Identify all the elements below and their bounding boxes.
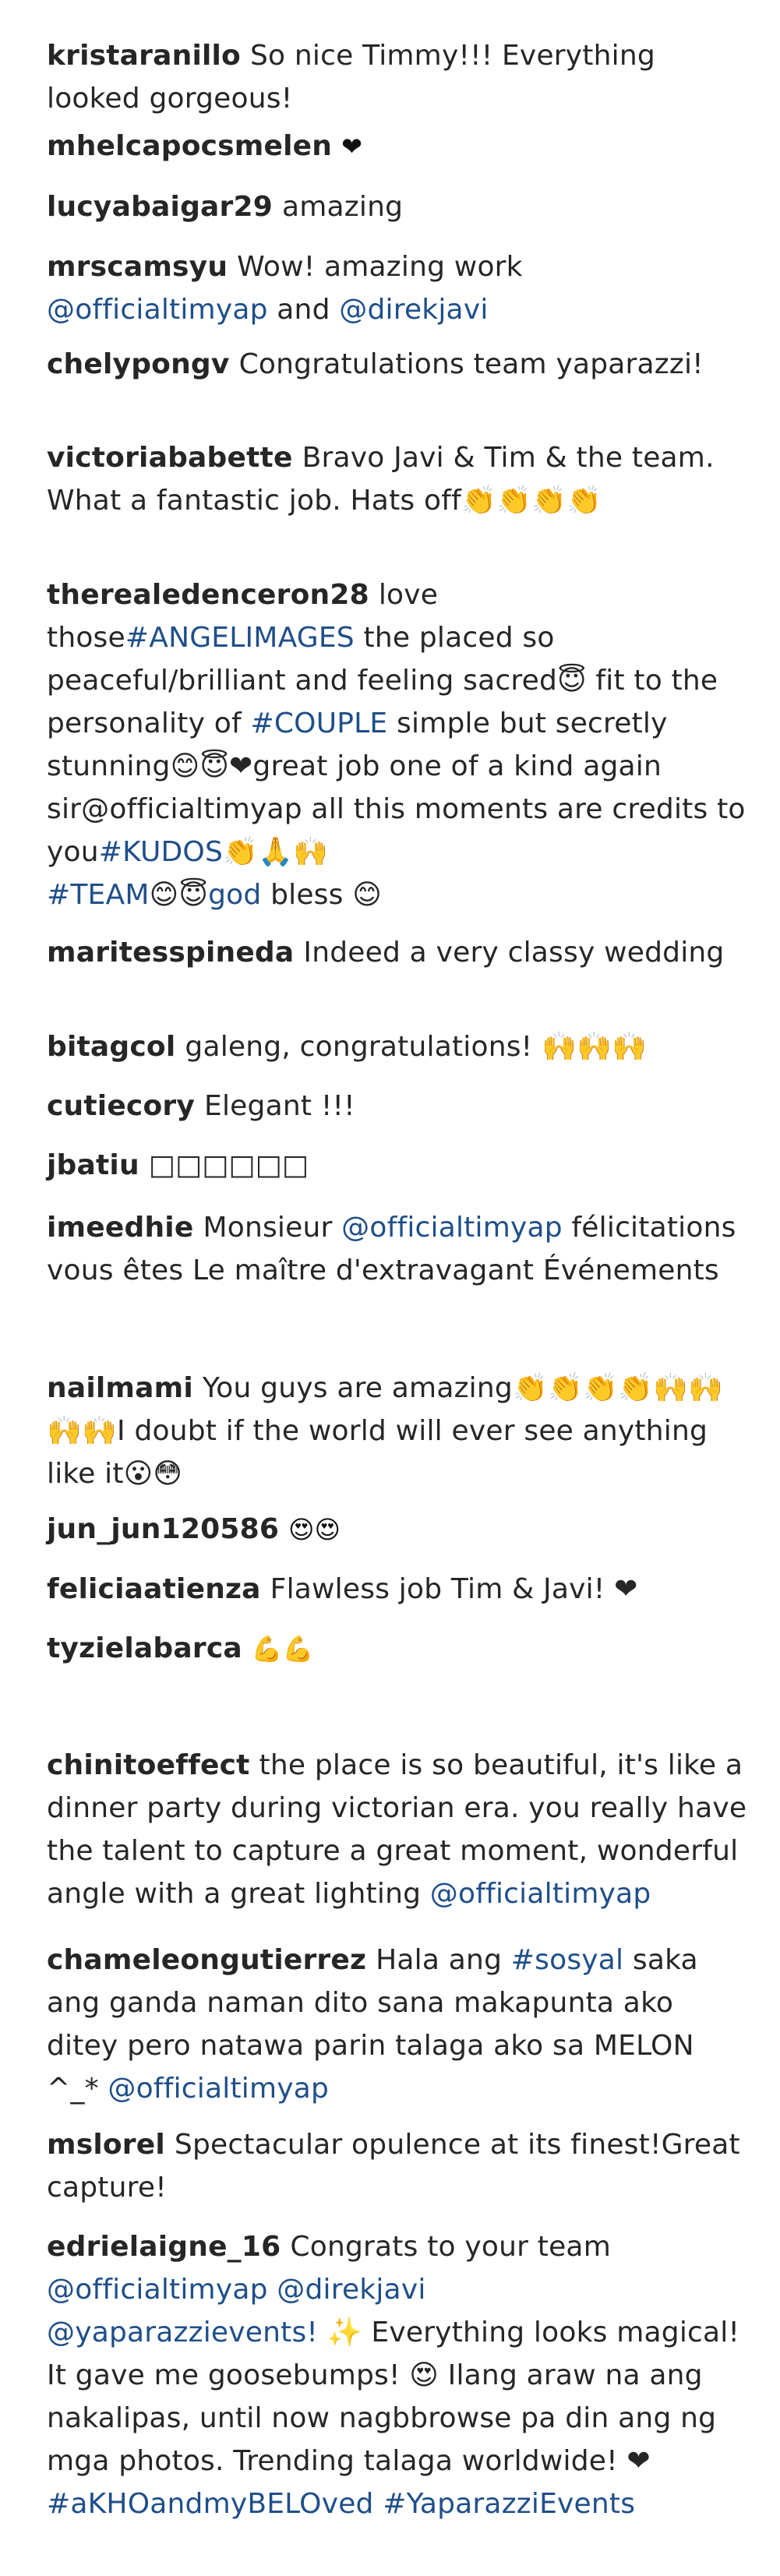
comment-text: 😍😍: [288, 1515, 341, 1544]
comments-feed: kristaranillo So nice Timmy!!! Everything…: [0, 0, 780, 2576]
mention-link[interactable]: @direkjavi: [339, 294, 488, 326]
comment: mslorel Spectacular opulence at its fines…: [47, 2123, 748, 2209]
comment-username[interactable]: victoriababette: [47, 442, 293, 474]
comment-username[interactable]: imeedhie: [47, 1212, 193, 1244]
comment: kristaranillo So nice Timmy!!! Everything…: [47, 34, 748, 120]
comment-text: □□□□□□: [148, 1149, 309, 1181]
comment: jbatiu □□□□□□: [47, 1144, 748, 1187]
comment-text: Congrats to your team: [290, 2231, 611, 2263]
comment: imeedhie Monsieur @officialtimyap félicit…: [47, 1206, 748, 1292]
comment-username[interactable]: jbatiu: [47, 1149, 139, 1181]
comment: bitagcol galeng, congratulations! 🙌🙌🙌: [47, 1025, 748, 1068]
comment-username[interactable]: nailmami: [47, 1372, 193, 1404]
comment-username[interactable]: chinitoeffect: [47, 1749, 250, 1781]
comment-text: bless 😊: [270, 879, 382, 911]
comment-username[interactable]: mrscamsyu: [47, 251, 228, 283]
comment-username[interactable]: lucyabaigar29: [47, 191, 273, 223]
comment: tyzielabarca 💪💪: [47, 1627, 748, 1671]
comment-username[interactable]: chameleongutierrez: [47, 1944, 366, 1976]
comment-username[interactable]: kristaranillo: [47, 40, 241, 72]
hashtag-link[interactable]: #TEAM: [47, 879, 150, 911]
comment-username[interactable]: therealedenceron28: [47, 579, 369, 611]
comment: jun_jun120586 😍😍: [47, 1508, 748, 1551]
comment: chinitoeffect the place is so beautiful, …: [47, 1744, 748, 1915]
comment-username[interactable]: cutiecory: [47, 1090, 195, 1122]
comment-username[interactable]: mhelcapocsmelen: [47, 130, 332, 162]
comment-text: Wow! amazing work: [237, 251, 523, 283]
comment-username[interactable]: chelypongv: [47, 348, 230, 380]
hashtag-link[interactable]: #sosyal: [511, 1944, 623, 1976]
heart-emoji: ❤: [341, 132, 363, 161]
comment: lucyabaigar29 amazing: [47, 185, 748, 228]
comment-text: Congratulations team yaparazzi!: [238, 348, 704, 380]
comment: victoriababette Bravo Javi & Tim & the te…: [47, 436, 748, 522]
mention-link[interactable]: @officialtimyap: [341, 1212, 563, 1244]
comment-text: amazing: [282, 191, 404, 223]
mention-link[interactable]: @officialtimyap: [430, 1878, 651, 1910]
mention-link[interactable]: @yaparazzievents!: [47, 2317, 318, 2348]
hashtag-link[interactable]: #COUPLE: [250, 708, 387, 739]
comment-username[interactable]: bitagcol: [47, 1031, 175, 1063]
comment-username[interactable]: jun_jun120586: [47, 1513, 279, 1545]
comment: edrielaigne_16 Congrats to your team @off…: [47, 2225, 748, 2525]
comment-text: galeng, congratulations! 🙌🙌🙌: [185, 1031, 648, 1063]
comment-text: Monsieur: [203, 1212, 333, 1244]
comment-username[interactable]: mslorel: [47, 2129, 165, 2161]
comment-text: Indeed a very classy wedding: [303, 937, 725, 969]
comment-text: 👏🙏🙌: [223, 836, 329, 868]
comment-text: 😊😇: [149, 879, 209, 911]
comment-username[interactable]: feliciaatienza: [47, 1573, 261, 1605]
comment-text: and: [277, 294, 330, 326]
hashtag-link[interactable]: #aKHOandmyBELOved: [47, 2488, 374, 2520]
comment: maritesspineda Indeed a very classy weddi…: [47, 931, 748, 974]
mention-link[interactable]: @direkjavi: [277, 2274, 425, 2306]
mention-link[interactable]: @officialtimyap: [108, 2073, 329, 2105]
comment-text: Hala ang: [376, 1944, 503, 1976]
comment: feliciaatienza Flawless job Tim & Javi! ❤: [47, 1568, 748, 1611]
hashtag-link[interactable]: #ANGELIMAGES: [125, 622, 355, 654]
comment: cutiecory Elegant !!!: [47, 1085, 748, 1127]
comment-text: 💪💪: [251, 1634, 314, 1664]
hashtag-link[interactable]: #YaparazziEvents: [383, 2488, 635, 2520]
comment: nailmami You guys are amazing👏👏👏👏🙌🙌🙌🙌I do…: [47, 1367, 748, 1495]
comment-text: Elegant !!!: [204, 1090, 355, 1122]
hashtag-link[interactable]: #KUDOS: [99, 836, 223, 868]
comment: therealedenceron28 love those#ANGELIMAGES…: [47, 573, 748, 916]
comment-username[interactable]: maritesspineda: [47, 937, 294, 969]
comment: chameleongutierrez Hala ang #sosyal saka …: [47, 1939, 748, 2110]
comment: chelypongv Congratulations team yaparazzi…: [47, 343, 748, 386]
comment-username[interactable]: edrielaigne_16: [47, 2231, 281, 2263]
comment: mhelcapocsmelen ❤: [47, 125, 748, 168]
hashtag-link[interactable]: god: [208, 879, 261, 911]
comment-text: Flawless job Tim & Javi! ❤: [270, 1573, 638, 1605]
mention-link[interactable]: @officialtimyap: [47, 2274, 268, 2306]
comment: mrscamsyu Wow! amazing work @officialtimy…: [47, 245, 748, 331]
comment-username[interactable]: tyzielabarca: [47, 1632, 242, 1664]
mention-link[interactable]: @officialtimyap: [47, 294, 268, 326]
